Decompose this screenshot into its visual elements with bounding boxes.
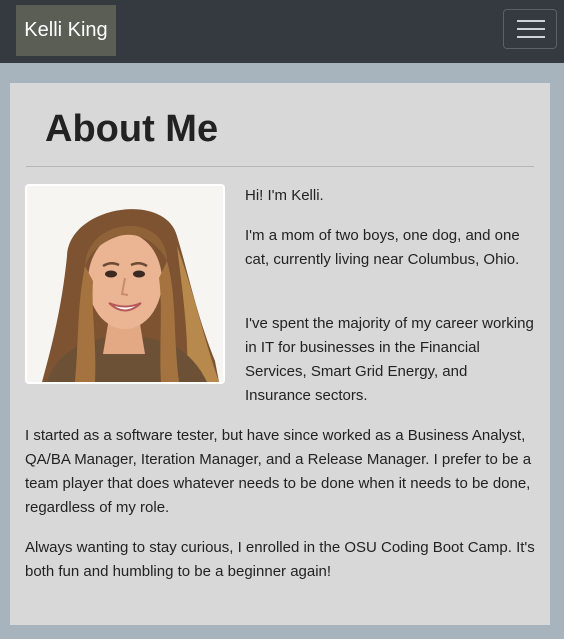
hamburger-menu-icon: [517, 20, 545, 38]
bootcamp-paragraph: Always wanting to stay curious, I enroll…: [25, 539, 535, 580]
profile-photo: [25, 184, 225, 384]
portrait-image: [27, 186, 223, 382]
divider: [26, 166, 534, 167]
career-paragraph: I've spent the majority of my career wor…: [245, 315, 534, 404]
brand-link[interactable]: Kelli King: [16, 5, 116, 56]
family-paragraph: I'm a mom of two boys, one dog, and one …: [245, 227, 520, 268]
page-title: About Me: [45, 108, 219, 150]
roles-paragraph: I started as a software tester, but have…: [25, 427, 532, 516]
navbar: Kelli King: [0, 0, 564, 63]
about-card: About Me Hi! I'm Kelli. I'm a mom of two…: [10, 83, 550, 625]
intro-paragraph: Hi! I'm Kelli.: [245, 187, 324, 204]
navbar-toggle-button[interactable]: [503, 9, 557, 49]
